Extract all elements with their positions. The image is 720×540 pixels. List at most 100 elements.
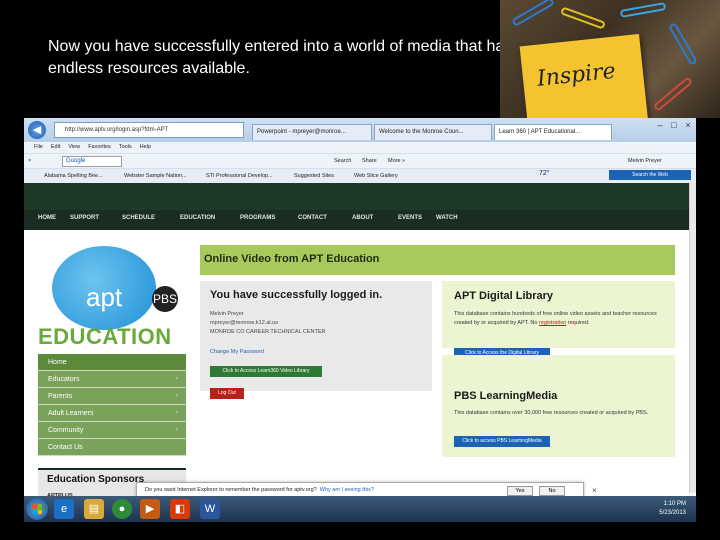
slide-title: Now you have successfully entered into a… [48, 38, 513, 77]
toolbar-user[interactable]: Melvin Preyer [628, 156, 662, 167]
close-toolbar-icon[interactable]: × [28, 156, 31, 167]
google-search-box[interactable]: Google [62, 156, 122, 167]
side-menu-home[interactable]: Home [38, 354, 186, 371]
toolbar-search[interactable]: Search [334, 156, 351, 167]
browser-menu-bar: File Edit View Favorites Tools Help [24, 142, 696, 153]
tab-learn360[interactable]: Learn 360 | APT Educational... [494, 124, 612, 140]
nav-programs[interactable]: PROGRAMS [240, 215, 275, 221]
windows-taskbar: e ▤ ● ▶ ◧ W 1:10 PM 5/23/2013 [24, 496, 696, 522]
browser-title-bar: ◀ http://www.aptv.org/login.asp?fdm-APT … [24, 118, 696, 142]
fav-webster[interactable]: Webster Sample Nation... [124, 171, 187, 182]
folder-icon[interactable]: ▤ [84, 499, 104, 519]
side-menu-label: Contact Us [48, 444, 83, 451]
digital-library-desc: This database contains hundreds of free … [454, 310, 668, 328]
fav-web-slice[interactable]: Web Slice Gallery [354, 171, 398, 182]
paper-clip-icon [668, 22, 698, 66]
ie-icon[interactable]: e [54, 499, 74, 519]
tab-monroe[interactable]: Welcome to the Monroe Coun... [374, 124, 492, 140]
windows-logo-icon [32, 504, 42, 514]
favorites-bar: Alabama Spelling Bee... Webster Sample N… [24, 168, 696, 183]
browser-toolbar: × Google Search Share More » Melvin Prey… [24, 153, 696, 168]
menu-edit[interactable]: Edit [51, 144, 60, 150]
back-icon[interactable]: ◀ [28, 121, 46, 139]
fav-spelling-bee[interactable]: Alabama Spelling Bee... [44, 171, 103, 182]
side-menu-educators[interactable]: Educators › [38, 371, 186, 388]
user-email: mpreyer@monroe.k12.al.us [210, 320, 278, 326]
pbs-heading: PBS LearningMedia [454, 390, 558, 402]
pbs-access-button[interactable]: Click to access PBS LearningMedia [454, 436, 550, 447]
start-button[interactable] [26, 498, 48, 520]
logout-button[interactable]: Log Out [210, 388, 244, 399]
clock-time: 1:10 PM [663, 501, 686, 507]
access-learn360-button[interactable]: Click to Access Learn360 Video Library [210, 366, 322, 377]
tab-powerpoint[interactable]: Powerpoint - mpreyer@monroe... [252, 124, 372, 140]
side-menu-adult-learners[interactable]: Adult Learners › [38, 405, 186, 422]
sponsor-title: Education Sponsors [47, 474, 145, 485]
side-menu-community[interactable]: Community › [38, 422, 186, 439]
close-icon[interactable]: × [682, 120, 694, 130]
paper-clip-icon [619, 2, 667, 18]
menu-view[interactable]: View [68, 144, 80, 150]
menu-file[interactable]: File [34, 144, 43, 150]
pbs-desc: This database contains over 30,000 free … [454, 410, 649, 416]
menu-favorites[interactable]: Favorites [88, 144, 111, 150]
paper-clip-icon [560, 6, 606, 30]
media-player-icon[interactable]: ▶ [140, 499, 160, 519]
chrome-icon[interactable]: ● [112, 499, 132, 519]
nav-home[interactable]: HOME [38, 215, 56, 221]
nav-watch[interactable]: WATCH [436, 215, 458, 221]
toolbar-share[interactable]: Share [362, 156, 377, 167]
side-menu-label: Adult Learners [48, 410, 94, 417]
clock-date: 5/23/2013 [659, 510, 686, 516]
digital-library-heading: APT Digital Library [454, 290, 554, 302]
toolbar-more[interactable]: More » [388, 156, 405, 167]
user-school: MONROE CO CAREER TECHNICAL CENTER [210, 329, 326, 335]
site-header [24, 183, 696, 210]
chevron-right-icon: › [176, 427, 178, 433]
side-menu-contact-us[interactable]: Contact Us [38, 439, 186, 456]
word-icon[interactable]: W [200, 499, 220, 519]
browser-screenshot: ◀ http://www.aptv.org/login.asp?fdm-APT … [24, 118, 696, 522]
side-menu-label: Educators [48, 376, 80, 383]
address-bar[interactable]: http://www.aptv.org/login.asp?fdm-APT [54, 122, 244, 138]
menu-tools[interactable]: Tools [119, 144, 132, 150]
yes-button[interactable]: Yes [507, 486, 533, 496]
office-icon[interactable]: ◧ [170, 499, 190, 519]
taskbar-clock[interactable]: 1:10 PM 5/23/2013 [650, 500, 686, 518]
notification-close-icon[interactable]: × [592, 486, 597, 495]
nav-about[interactable]: ABOUT [352, 215, 373, 221]
paper-clip-icon [652, 76, 694, 112]
menu-help[interactable]: Help [140, 144, 151, 150]
sticky-note-text: Inspire [535, 58, 617, 92]
weather-widget: 72° [539, 170, 550, 177]
logged-in-heading: You have successfully logged in. [210, 289, 383, 301]
chevron-right-icon: › [176, 393, 178, 399]
fav-sti[interactable]: STI Professional Develop... [206, 171, 273, 182]
nav-events[interactable]: EVENTS [398, 215, 422, 221]
side-menu-label: Community [48, 427, 84, 434]
no-button[interactable]: No [539, 486, 565, 496]
education-wordmark: EDUCATION [38, 324, 172, 349]
paper-clip-icon [511, 0, 555, 27]
notification-message: Do you want Internet Explorer to remembe… [145, 487, 317, 493]
user-name: Melvin Preyer [210, 311, 244, 317]
apt-logo-text: apt [86, 282, 123, 312]
why-link[interactable]: Why am I seeing this? [320, 487, 374, 493]
fav-suggested[interactable]: Suggested Sites [294, 171, 334, 182]
vertical-scrollbar[interactable] [689, 183, 696, 493]
nav-contact[interactable]: CONTACT [298, 215, 327, 221]
chevron-right-icon: › [176, 410, 178, 416]
pbs-logo-icon: PBS [152, 286, 178, 312]
nav-support[interactable]: SUPPORT [70, 215, 99, 221]
change-password-link[interactable]: Change My Password [210, 349, 264, 355]
maximize-icon[interactable]: □ [668, 120, 680, 130]
minimize-icon[interactable]: – [654, 120, 666, 130]
nav-schedule[interactable]: SCHEDULE [122, 215, 155, 221]
sticky-note: Inspire [519, 33, 649, 118]
side-menu-label: Parents [48, 393, 73, 400]
registration-link[interactable]: registration [539, 320, 566, 326]
side-menu-parents[interactable]: Parents › [38, 388, 186, 405]
nav-education[interactable]: EDUCATION [180, 215, 215, 221]
corkboard-image: Inspire [500, 0, 720, 118]
search-web-button[interactable]: Search the Web [609, 170, 691, 180]
